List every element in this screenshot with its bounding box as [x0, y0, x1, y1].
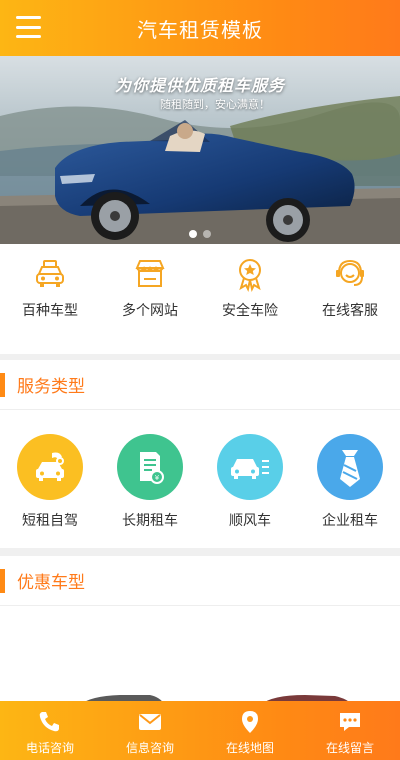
service-item-rideshare[interactable]: 顺风车: [200, 410, 300, 548]
feature-label: 多个网站: [122, 303, 178, 319]
carousel-dots: [0, 230, 400, 238]
car-thumbnails: [80, 695, 352, 705]
section-accent-bar: [0, 372, 5, 397]
nav-label: 在线地图: [225, 741, 274, 755]
carousel-dot[interactable]: [189, 230, 197, 238]
page-title: 汽车租赁模板: [137, 17, 263, 42]
feature-item-websites[interactable]: 多个网站: [100, 244, 200, 354]
nav-phone-consult[interactable]: 电话咨询: [0, 701, 100, 760]
badge-icon: [239, 259, 261, 292]
feature-item-customer-service[interactable]: 在线客服: [300, 244, 400, 354]
services-row: 短租自驾 ¥ 长期租车 顺风车 企业租车: [0, 410, 400, 548]
feature-label: 百种车型: [22, 303, 78, 319]
deals-section-title: 优惠车型: [17, 573, 85, 593]
contract-icon: ¥: [140, 452, 164, 484]
store-icon: [135, 260, 165, 287]
service-icon-circle: ¥: [117, 434, 183, 500]
service-icon-circle: [17, 434, 83, 500]
menu-icon[interactable]: [16, 16, 41, 38]
nav-label: 信息咨询: [125, 741, 174, 755]
deals-section-header: 优惠车型: [0, 556, 400, 606]
banner-subtitle: 随租随到，安心满意！: [160, 98, 270, 111]
tie-icon: [340, 450, 360, 487]
service-label: 长期租车: [122, 513, 178, 529]
taxi-icon: [36, 260, 64, 287]
service-item-short-term[interactable]: 短租自驾: [0, 410, 100, 548]
banner-headline: 为你提供优质租车服务: [114, 76, 285, 95]
service-icon-circle: [217, 434, 283, 500]
location-icon: [242, 711, 258, 733]
nav-online-map[interactable]: 在线地图: [200, 701, 300, 760]
mail-icon: [139, 714, 161, 730]
nav-info-consult[interactable]: 信息咨询: [100, 701, 200, 760]
feature-label: 在线客服: [322, 303, 378, 319]
nav-label: 电话咨询: [25, 741, 74, 755]
svg-text:¥: ¥: [155, 474, 160, 482]
services-section-header: 服务类型: [0, 360, 400, 410]
services-section-title: 服务类型: [17, 377, 85, 397]
carousel-dot[interactable]: [203, 230, 211, 238]
nav-online-message[interactable]: 在线留言: [300, 701, 400, 760]
divider: [0, 548, 400, 556]
section-accent-bar: [0, 568, 5, 593]
car-lines-icon: [231, 459, 269, 479]
service-item-long-term[interactable]: ¥ 长期租车: [100, 410, 200, 548]
nav-label: 在线留言: [325, 741, 374, 755]
service-label: 短租自驾: [22, 513, 78, 529]
message-icon: [340, 713, 360, 731]
service-label: 企业租车: [322, 513, 378, 529]
bottom-nav: 电话咨询 信息咨询 在线地图 在线留言: [0, 701, 400, 760]
service-label: 顺风车: [229, 513, 271, 529]
service-item-enterprise[interactable]: 企业租车: [300, 410, 400, 548]
feature-item-insurance[interactable]: 安全车险: [200, 244, 300, 354]
headset-icon: [336, 259, 364, 286]
car-map-icon: [36, 452, 64, 481]
service-icon-circle: [317, 434, 383, 500]
feature-label: 安全车险: [222, 303, 278, 319]
phone-icon: [39, 712, 59, 732]
page: 汽车租赁模板 为你提供优质租车服务 随租随到，安心满意！ 百种车型 多个网站 安…: [0, 0, 400, 760]
feature-row: 百种车型 多个网站 安全车险 在线客服: [0, 244, 400, 354]
feature-item-car-types[interactable]: 百种车型: [0, 244, 100, 354]
app-header: 汽车租赁模板: [0, 0, 400, 56]
banner-carousel[interactable]: 为你提供优质租车服务 随租随到，安心满意！: [0, 56, 400, 244]
car-list: [0, 607, 400, 707]
